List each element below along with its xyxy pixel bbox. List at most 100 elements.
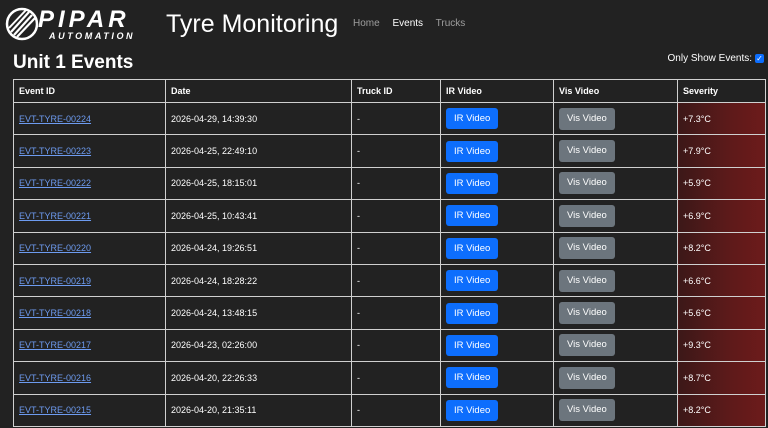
ir-video-button[interactable]: IR Video bbox=[446, 108, 499, 130]
truck-id-cell: - bbox=[351, 393, 441, 427]
severity-cell: +8.2°C bbox=[677, 393, 766, 427]
date-cell: 2026-04-24, 19:26:51 bbox=[165, 231, 352, 265]
vis-video-button[interactable]: Vis Video bbox=[559, 302, 615, 325]
event-id-link[interactable]: EVT-TYRE-00224 bbox=[19, 114, 91, 124]
truck-id-cell: - bbox=[351, 134, 441, 168]
date-cell: 2026-04-25, 10:43:41 bbox=[165, 199, 352, 233]
severity-cell: +5.9°C bbox=[677, 166, 766, 201]
date-cell: 2026-04-29, 14:39:30 bbox=[165, 101, 352, 136]
table-row: EVT-TYRE-00217 2026-04-23, 02:26:00- IR Vi… bbox=[13, 328, 766, 363]
nav-link-trucks[interactable]: Trucks bbox=[436, 18, 466, 29]
ir-video-button[interactable]: IR Video bbox=[446, 367, 499, 389]
truck-id-cell: - bbox=[351, 231, 441, 265]
ir-video-cell: IR Video bbox=[440, 231, 554, 265]
table-row: EVT-TYRE-00215 2026-04-20, 21:35:11- IR Vi… bbox=[13, 393, 766, 427]
date-cell: 2026-04-20, 22:26:33 bbox=[165, 361, 352, 395]
event-id-cell: EVT-TYRE-00224 bbox=[13, 101, 166, 136]
vis-video-button[interactable]: Vis Video bbox=[559, 237, 615, 260]
event-id-cell: EVT-TYRE-00217 bbox=[13, 328, 166, 363]
severity-cell: +7.9°C bbox=[677, 134, 766, 168]
table-row: EVT-TYRE-00222 2026-04-25, 18:15:01- IR Vi… bbox=[13, 166, 766, 201]
ir-video-button[interactable]: IR Video bbox=[446, 172, 499, 194]
event-id-link[interactable]: EVT-TYRE-00220 bbox=[19, 243, 91, 253]
pipar-logo[interactable]: PIPAR AUTOMATION bbox=[5, 4, 155, 44]
only-show-events-checkbox[interactable]: ✓ bbox=[755, 54, 764, 63]
ir-video-cell: IR Video bbox=[440, 199, 554, 233]
ir-video-button[interactable]: IR Video bbox=[446, 270, 499, 292]
table-row: EVT-TYRE-00223 2026-04-25, 22:49:10- IR Vi… bbox=[13, 134, 766, 168]
vis-video-button[interactable]: Vis Video bbox=[559, 140, 615, 163]
ir-video-button[interactable]: IR Video bbox=[446, 237, 499, 259]
severity-cell: +6.6°C bbox=[677, 263, 766, 298]
table-row: EVT-TYRE-00218 2026-04-24, 13:48:15- IR Vi… bbox=[13, 296, 766, 330]
severity-cell: +5.6°C bbox=[677, 296, 766, 330]
date-cell: 2026-04-25, 22:49:10 bbox=[165, 134, 352, 168]
table-row: EVT-TYRE-00221 2026-04-25, 10:43:41- IR Vi… bbox=[13, 199, 766, 233]
vis-video-button[interactable]: Vis Video bbox=[559, 269, 615, 292]
column-header-truck-id: Truck ID bbox=[351, 79, 441, 103]
vis-video-cell: Vis Video bbox=[553, 231, 678, 265]
event-id-link[interactable]: EVT-TYRE-00222 bbox=[19, 178, 91, 188]
truck-id-cell: - bbox=[351, 166, 441, 201]
truck-id-cell: - bbox=[351, 101, 441, 136]
events-table: Event ID Date Truck ID IR Video Vis Vide… bbox=[13, 79, 766, 427]
ir-video-cell: IR Video bbox=[440, 328, 554, 363]
event-id-cell: EVT-TYRE-00221 bbox=[13, 199, 166, 233]
table-row: EVT-TYRE-00220 2026-04-24, 19:26:51- IR Vi… bbox=[13, 231, 766, 265]
nav-link-events[interactable]: Events bbox=[392, 18, 423, 29]
table-row: EVT-TYRE-00216 2026-04-20, 22:26:33- IR Vi… bbox=[13, 361, 766, 395]
date-cell: 2026-04-24, 18:28:22 bbox=[165, 263, 352, 298]
ir-video-cell: IR Video bbox=[440, 393, 554, 427]
event-id-link[interactable]: EVT-TYRE-00216 bbox=[19, 373, 91, 383]
date-cell: 2026-04-25, 18:15:01 bbox=[165, 166, 352, 201]
ir-video-cell: IR Video bbox=[440, 101, 554, 136]
event-id-link[interactable]: EVT-TYRE-00221 bbox=[19, 211, 91, 221]
table-row: EVT-TYRE-00219 2026-04-24, 18:28:22- IR Vi… bbox=[13, 263, 766, 298]
events-table-body: EVT-TYRE-00224 2026-04-29, 14:39:30- IR Vi… bbox=[13, 101, 766, 427]
truck-id-cell: - bbox=[351, 328, 441, 363]
vis-video-cell: Vis Video bbox=[553, 296, 678, 330]
column-header-vis-video: Vis Video bbox=[553, 79, 678, 103]
ir-video-cell: IR Video bbox=[440, 263, 554, 298]
ir-video-button[interactable]: IR Video bbox=[446, 302, 499, 324]
ir-video-button[interactable]: IR Video bbox=[446, 140, 499, 162]
truck-id-cell: - bbox=[351, 361, 441, 395]
vis-video-cell: Vis Video bbox=[553, 134, 678, 168]
only-show-events-filter: Only Show Events: ✓ bbox=[668, 52, 764, 65]
app-title[interactable]: Tyre Monitoring bbox=[166, 9, 338, 39]
event-id-link[interactable]: EVT-TYRE-00223 bbox=[19, 146, 91, 156]
page-title: Unit 1 Events bbox=[13, 52, 134, 73]
column-header-event-id: Event ID bbox=[13, 79, 166, 103]
vis-video-cell: Vis Video bbox=[553, 166, 678, 201]
vis-video-button[interactable]: Vis Video bbox=[559, 172, 615, 195]
truck-id-cell: - bbox=[351, 199, 441, 233]
date-cell: 2026-04-20, 21:35:11 bbox=[165, 393, 352, 427]
event-id-link[interactable]: EVT-TYRE-00218 bbox=[19, 308, 91, 318]
vis-video-cell: Vis Video bbox=[553, 328, 678, 363]
event-id-link[interactable]: EVT-TYRE-00219 bbox=[19, 276, 91, 286]
event-id-cell: EVT-TYRE-00216 bbox=[13, 361, 166, 395]
column-header-ir-video: IR Video bbox=[440, 79, 554, 103]
vis-video-button[interactable]: Vis Video bbox=[559, 334, 615, 357]
event-id-link[interactable]: EVT-TYRE-00217 bbox=[19, 340, 91, 350]
ir-video-button[interactable]: IR Video bbox=[446, 205, 499, 227]
logo-subtext: AUTOMATION bbox=[49, 31, 136, 41]
vis-video-cell: Vis Video bbox=[553, 101, 678, 136]
column-header-date: Date bbox=[165, 79, 352, 103]
event-id-link[interactable]: EVT-TYRE-00215 bbox=[19, 405, 91, 415]
event-id-cell: EVT-TYRE-00219 bbox=[13, 263, 166, 298]
nav-link-home[interactable]: Home bbox=[353, 18, 380, 29]
ir-video-button[interactable]: IR Video bbox=[446, 334, 499, 356]
vis-video-button[interactable]: Vis Video bbox=[559, 366, 615, 389]
severity-cell: +9.3°C bbox=[677, 328, 766, 363]
nav-links: Home Events Trucks bbox=[353, 17, 475, 31]
vis-video-button[interactable]: Vis Video bbox=[559, 107, 615, 130]
severity-cell: +8.7°C bbox=[677, 361, 766, 395]
vis-video-button[interactable]: Vis Video bbox=[559, 399, 615, 422]
vis-video-button[interactable]: Vis Video bbox=[559, 204, 615, 227]
severity-cell: +7.3°C bbox=[677, 101, 766, 136]
ir-video-button[interactable]: IR Video bbox=[446, 399, 499, 421]
pipar-logo-mark bbox=[5, 7, 39, 41]
date-cell: 2026-04-23, 02:26:00 bbox=[165, 328, 352, 363]
navbar: PIPAR AUTOMATION Tyre Monitoring Home Ev… bbox=[0, 0, 768, 48]
